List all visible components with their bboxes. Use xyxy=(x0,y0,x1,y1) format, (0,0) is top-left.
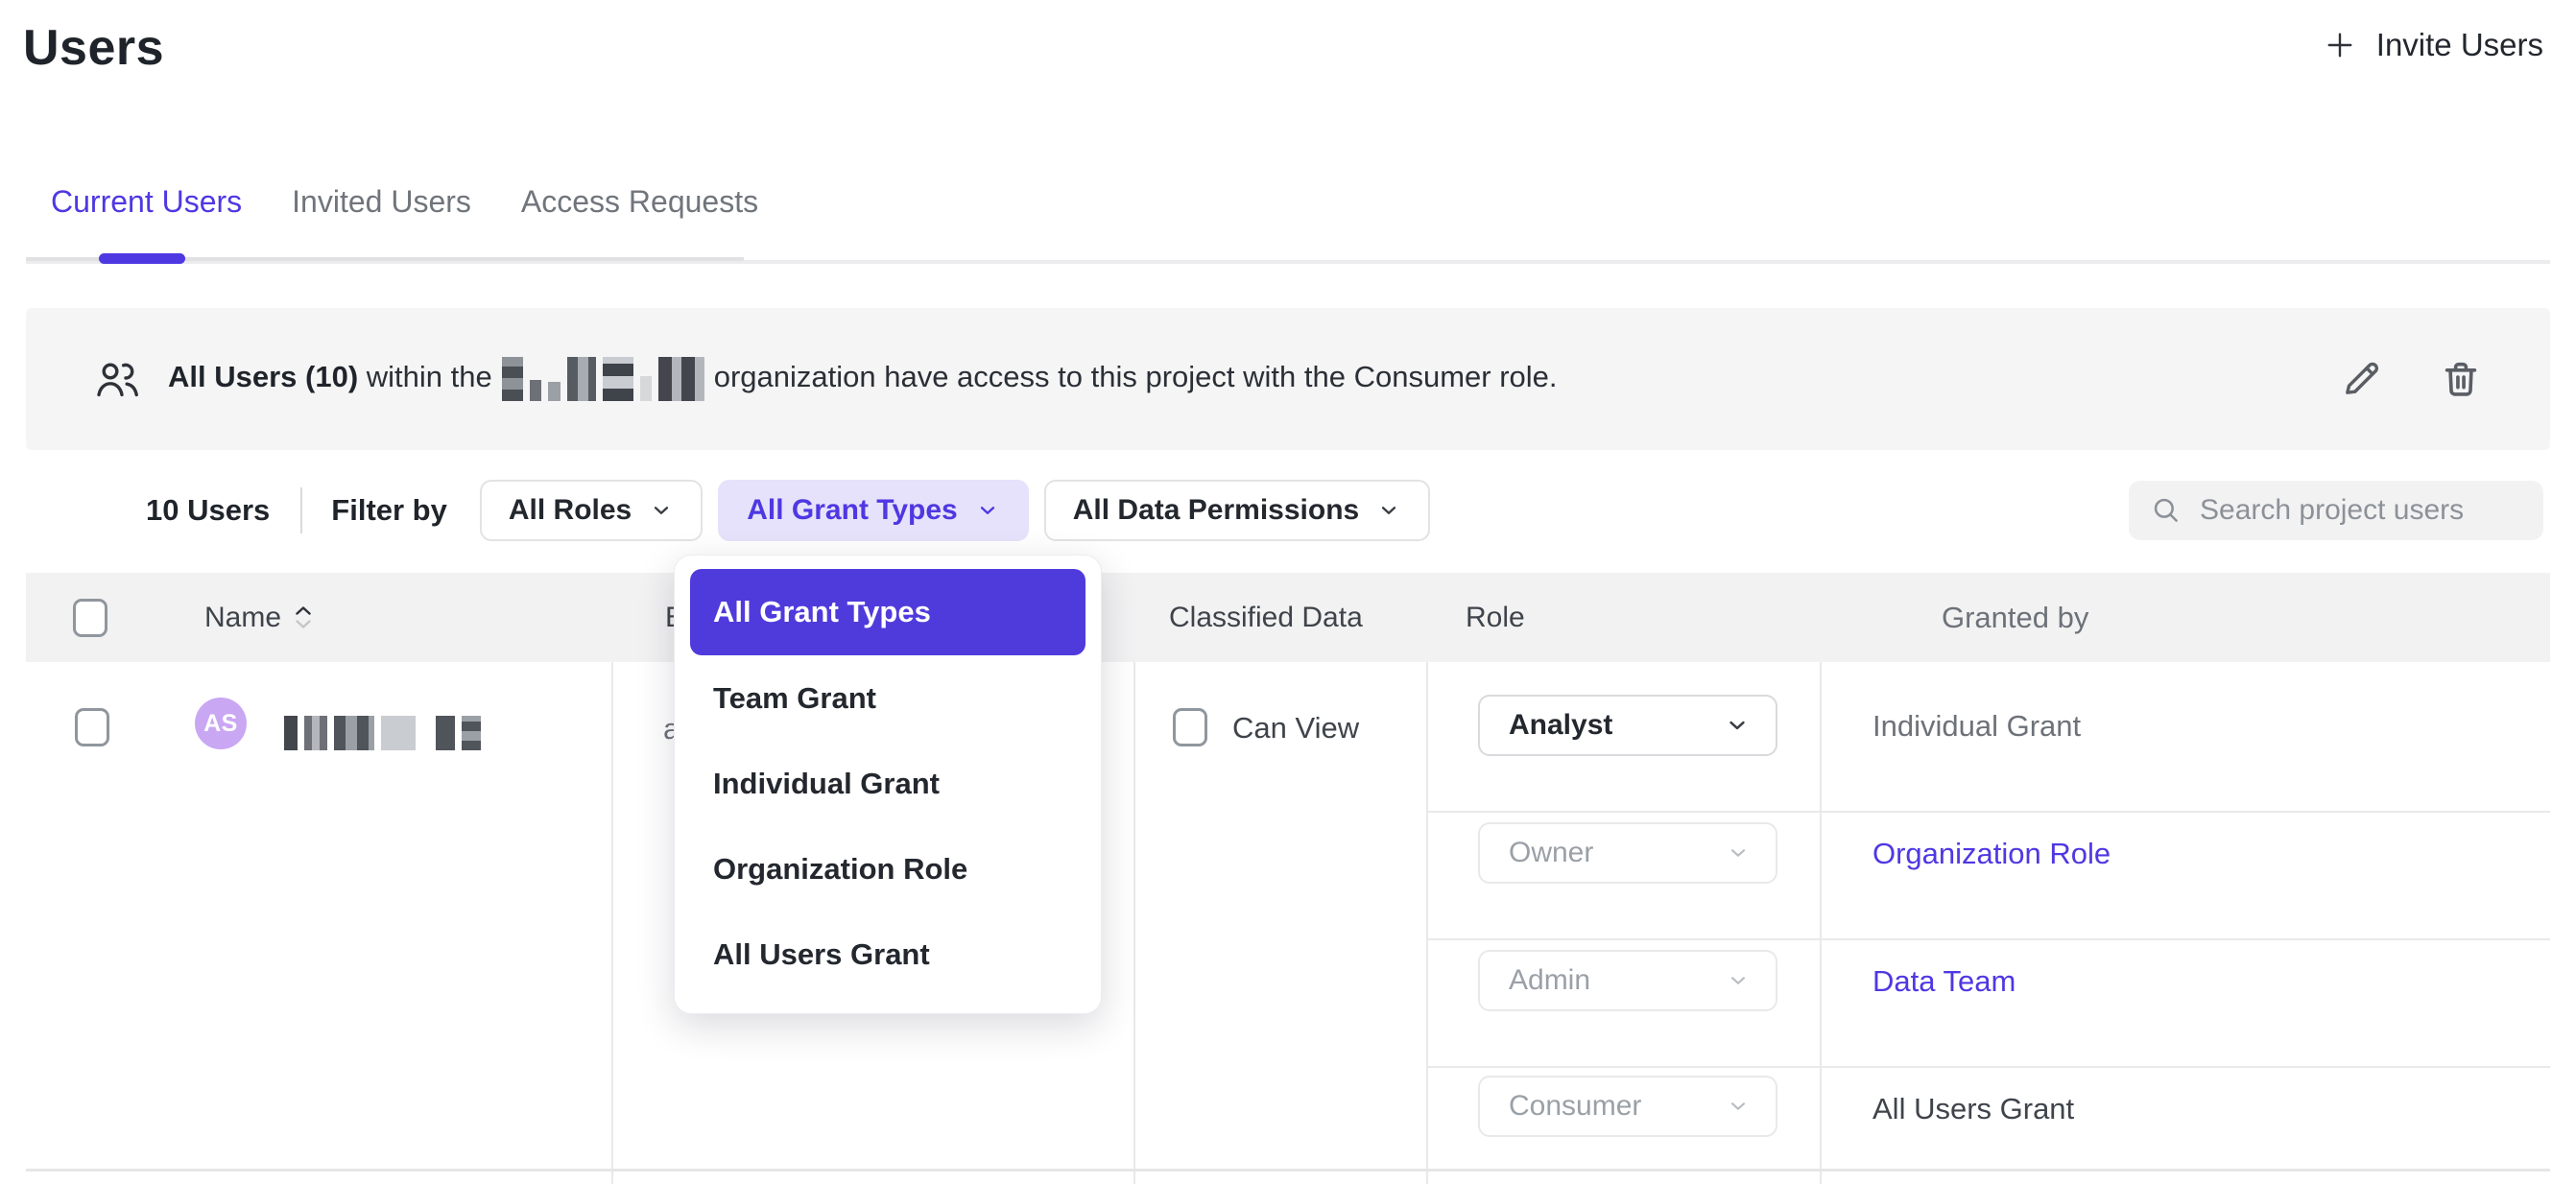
search-icon xyxy=(2150,494,2182,527)
redacted-user-name xyxy=(284,716,481,750)
role-select-analyst[interactable]: Analyst xyxy=(1478,695,1777,756)
dropdown-option-organization-role[interactable]: Organization Role xyxy=(690,826,1085,912)
divider xyxy=(300,487,302,533)
column-header-role: Role xyxy=(1423,602,1817,634)
chevron-down-icon xyxy=(649,498,674,523)
granted-by-value: Individual Grant xyxy=(1872,709,2081,744)
role-select-admin: Admin xyxy=(1478,950,1777,1011)
chevron-down-icon xyxy=(975,498,1000,523)
all-roles-filter[interactable]: All Roles xyxy=(480,480,703,541)
chevron-down-icon xyxy=(1726,1094,1751,1119)
all-data-permissions-filter[interactable]: All Data Permissions xyxy=(1044,480,1430,541)
role-select-owner: Owner xyxy=(1478,822,1777,884)
grant-types-dropdown-menu: All Grant Types Team Grant Individual Gr… xyxy=(674,555,1102,1014)
users-group-icon xyxy=(93,358,143,400)
grant-row-divider xyxy=(1427,1066,2550,1068)
granted-by-organization-role-link[interactable]: Organization Role xyxy=(1872,837,2111,871)
granted-by-data-team-link[interactable]: Data Team xyxy=(1872,964,2015,999)
row-divider xyxy=(26,1169,2550,1172)
redacted-org-name xyxy=(502,357,704,401)
dropdown-option-team-grant[interactable]: Team Grant xyxy=(690,655,1085,741)
dropdown-option-all-users-grant[interactable]: All Users Grant xyxy=(690,912,1085,997)
search-input[interactable] xyxy=(2200,494,2522,527)
banner-text: All Users (10) within theorganization ha… xyxy=(168,357,1558,401)
pencil-icon xyxy=(2339,357,2383,401)
column-divider xyxy=(1133,662,1135,1184)
row-checkbox[interactable] xyxy=(75,708,109,746)
can-view-label: Can View xyxy=(1232,711,1359,746)
search-box xyxy=(2129,481,2543,540)
table-header: Name E Classified Data Role Granted by xyxy=(26,573,2550,662)
tab-invited-users[interactable]: Invited Users xyxy=(292,184,471,220)
avatar: AS xyxy=(195,698,247,749)
granted-by-value: All Users Grant xyxy=(1872,1092,2074,1126)
select-all-checkbox[interactable] xyxy=(73,599,107,637)
filter-toolbar: 10 Users Filter by All Roles All Grant T… xyxy=(0,480,2576,541)
invite-users-label: Invite Users xyxy=(2376,27,2543,63)
dropdown-option-all-grant-types[interactable]: All Grant Types xyxy=(690,569,1085,655)
sort-icon xyxy=(295,605,312,629)
invite-users-button[interactable]: Invite Users xyxy=(2323,27,2543,63)
edit-button[interactable] xyxy=(2339,357,2383,401)
delete-button[interactable] xyxy=(2439,357,2483,401)
all-users-banner: All Users (10) within theorganization ha… xyxy=(26,308,2550,450)
chevron-down-icon xyxy=(1726,841,1751,865)
trash-icon xyxy=(2439,357,2483,401)
column-divider xyxy=(1426,662,1428,1184)
banner-bold-text: All Users (10) xyxy=(168,360,358,393)
chevron-down-icon xyxy=(1724,712,1751,739)
dropdown-option-individual-grant[interactable]: Individual Grant xyxy=(690,741,1085,826)
role-select-consumer: Consumer xyxy=(1478,1076,1777,1137)
users-page: Users Invite Users Current Users Invited… xyxy=(0,0,2576,1184)
banner-actions xyxy=(2339,357,2483,401)
column-divider xyxy=(611,662,613,1184)
grant-row-divider xyxy=(1427,938,2550,940)
chevron-down-icon xyxy=(1376,498,1401,523)
column-header-classified-data: Classified Data xyxy=(1136,602,1423,634)
column-divider xyxy=(1820,662,1822,1184)
all-grant-types-filter[interactable]: All Grant Types xyxy=(718,480,1029,541)
tab-access-requests[interactable]: Access Requests xyxy=(521,184,758,220)
column-header-name[interactable]: Name xyxy=(132,602,612,634)
users-count: 10 Users xyxy=(146,493,270,528)
plus-icon xyxy=(2323,28,2357,62)
page-title: Users xyxy=(23,19,164,77)
filter-by-label: Filter by xyxy=(331,493,447,528)
chevron-down-icon xyxy=(1726,968,1751,993)
column-header-granted-by: Granted by xyxy=(1898,601,2088,635)
can-view-checkbox[interactable] xyxy=(1173,708,1207,746)
grant-row-divider xyxy=(1427,811,2550,813)
tab-bar: Current Users Invited Users Access Reque… xyxy=(51,184,758,220)
tab-current-users[interactable]: Current Users xyxy=(51,184,242,220)
active-tab-indicator xyxy=(99,253,185,264)
